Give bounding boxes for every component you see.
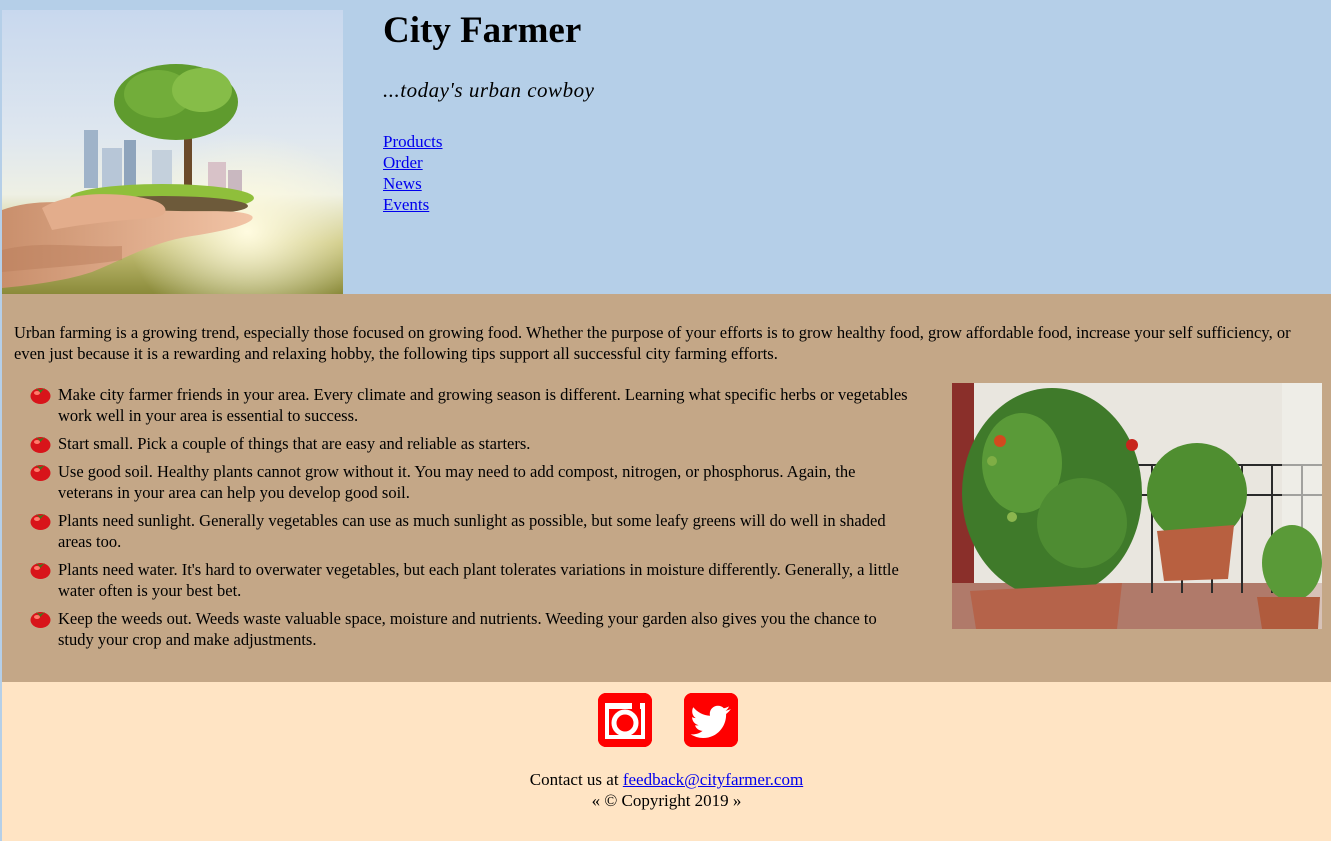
nav-link-order[interactable]: Order: [383, 152, 443, 173]
tomato-icon: [30, 388, 51, 404]
contact-email-link[interactable]: feedback@cityfarmer.com: [623, 770, 803, 789]
twitter-icon[interactable]: [684, 693, 738, 747]
intro-paragraph: Urban farming is a growing trend, especi…: [14, 323, 1291, 363]
nav-link-news[interactable]: News: [383, 173, 443, 194]
tomato-icon: [30, 465, 51, 481]
tomato-icon: [30, 514, 51, 530]
contact-prefix: Contact us at: [529, 770, 623, 789]
tomato-icon: [30, 563, 51, 579]
list-item: Plants need sunlight. Generally vegetabl…: [30, 510, 910, 552]
list-item: Start small. Pick a couple of things tha…: [30, 433, 910, 454]
balcony-garden-image: [952, 383, 1322, 629]
site-tagline: ...today's urban cowboy: [383, 78, 595, 102]
tip-text: Make city farmer friends in your area. E…: [58, 385, 908, 425]
tip-text: Plants need water. It's hard to overwate…: [58, 560, 899, 600]
list-item: Make city farmer friends in your area. E…: [30, 384, 910, 426]
tip-text: Start small. Pick a couple of things tha…: [58, 434, 531, 453]
tips-list: Make city farmer friends in your area. E…: [30, 384, 910, 657]
contact-line: Contact us at feedback@cityfarmer.com: [2, 769, 1331, 790]
copyright: « © Copyright 2019 »: [591, 791, 742, 810]
header: City Farmer ...today's urban cowboy Prod…: [0, 0, 1331, 294]
tomato-icon: [30, 437, 51, 453]
hero-image-hand-holding-city: [2, 10, 343, 294]
list-item: Plants need water. It's hard to overwate…: [30, 559, 910, 601]
tip-text: Plants need sunlight. Generally vegetabl…: [58, 511, 886, 551]
nav-link-events[interactable]: Events: [383, 194, 443, 215]
tomato-icon: [30, 612, 51, 628]
tip-text: Use good soil. Healthy plants cannot gro…: [58, 462, 856, 502]
main-nav: Products Order News Events: [383, 131, 443, 215]
footer: Contact us at feedback@cityfarmer.com « …: [2, 682, 1331, 841]
main-content: Urban farming is a growing trend, especi…: [2, 294, 1331, 682]
tip-text: Keep the weeds out. Weeds waste valuable…: [58, 609, 877, 649]
site-title: City Farmer: [383, 10, 582, 51]
list-item: Keep the weeds out. Weeds waste valuable…: [30, 608, 910, 650]
nav-link-products[interactable]: Products: [383, 131, 443, 152]
list-item: Use good soil. Healthy plants cannot gro…: [30, 461, 910, 503]
instagram-icon[interactable]: [598, 693, 652, 747]
